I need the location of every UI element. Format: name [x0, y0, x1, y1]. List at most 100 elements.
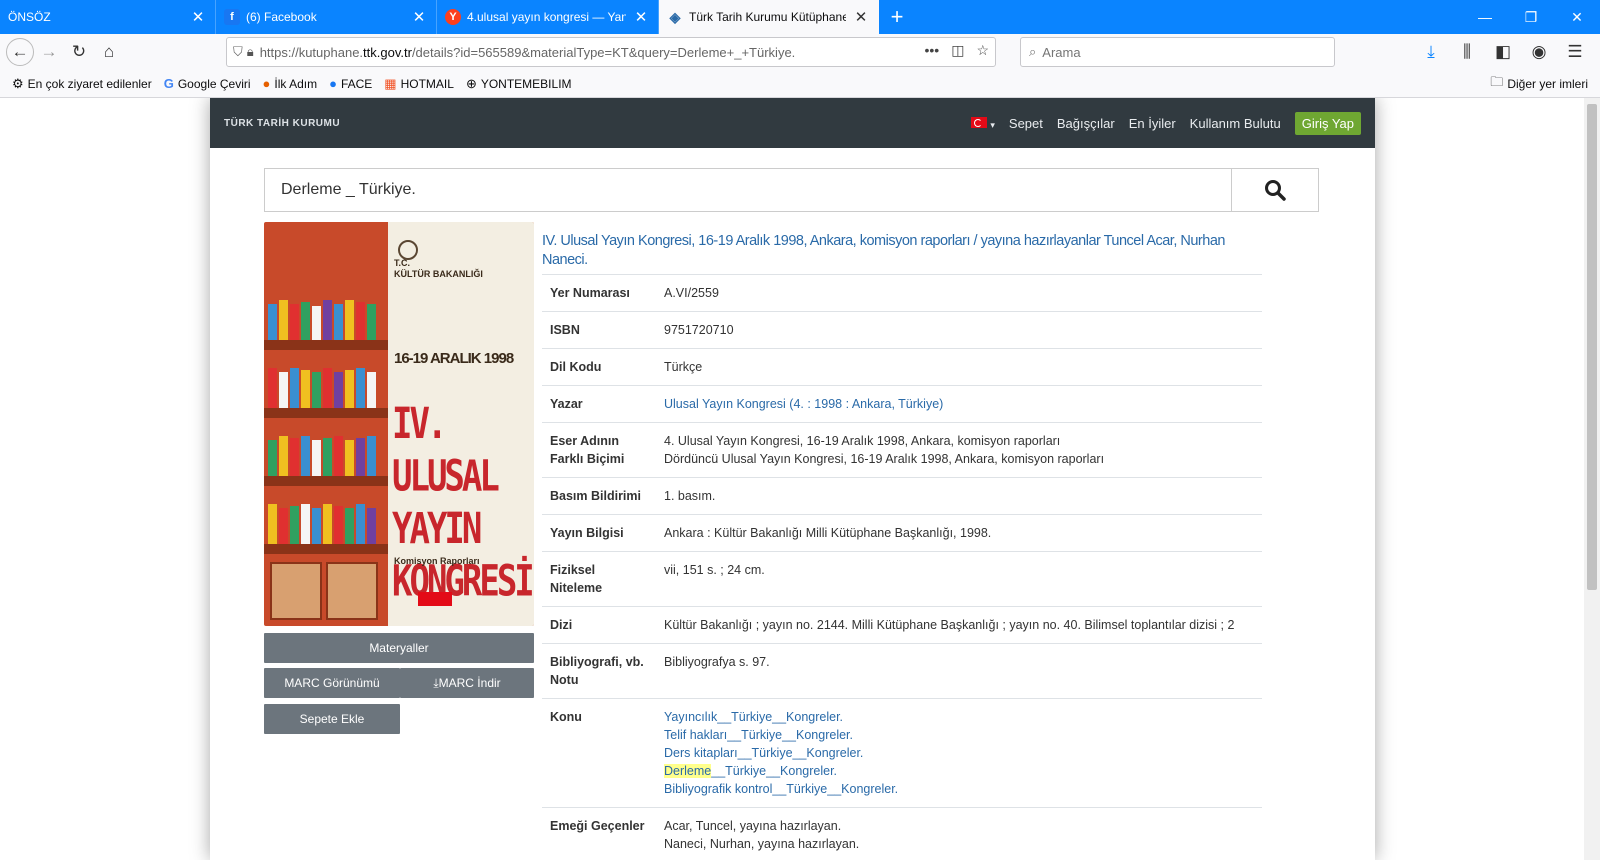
search-button[interactable] [1231, 169, 1318, 211]
login-button[interactable]: Giriş Yap [1294, 111, 1361, 135]
field-label: Fiziksel Niteleme [542, 551, 656, 607]
value-line: Ankara : Kültür Bakanlığı Milli Kütüphan… [664, 526, 992, 540]
table-row: Konu Yayıncılık__Türkiye__Kongreler. Telif… [542, 698, 1262, 808]
value-link[interactable]: Yayıncılık__Türkiye__Kongreler. [664, 708, 1254, 726]
close-icon[interactable]: ✕ [189, 8, 207, 26]
marc-view-button[interactable]: MARC Görünümü [264, 668, 400, 698]
more-actions-icon[interactable]: ••• [924, 42, 939, 59]
field-label: Konu [542, 698, 656, 808]
marc-download-button[interactable]: ⤓ MARC İndir [400, 668, 534, 698]
field-value: A.VI/2559 [656, 274, 1262, 312]
ministry-logo-icon [398, 240, 418, 260]
restore-icon[interactable]: ❐ [1508, 0, 1554, 34]
sidebar-icon[interactable]: ◧ [1488, 37, 1518, 67]
add-to-cart-button[interactable]: Sepete Ekle [264, 704, 400, 734]
field-value: Acar, Tuncel, yayına hazırlayan. Naneci, … [656, 807, 1262, 860]
field-label: Eser Adının Farklı Biçimi [542, 422, 656, 478]
field-value: 9751720710 [656, 311, 1262, 349]
menu-icon[interactable]: ☰ [1560, 37, 1590, 67]
value-link[interactable]: Telif hakları__Türkiye__Kongreler. [664, 726, 1254, 744]
field-value: Yayıncılık__Türkiye__Kongreler. Telif hak… [656, 698, 1262, 808]
bookmark-star-icon[interactable]: ☆ [976, 42, 989, 59]
tab-title: 4.ulusal yayın kongresi — Yandex [467, 10, 626, 24]
lock-icon[interactable]: 🔒︎ [247, 44, 254, 60]
pocket-icon[interactable]: ◫ [951, 42, 964, 59]
cover-flag-logo-icon [418, 592, 452, 606]
minimize-icon[interactable]: — [1462, 0, 1508, 34]
page-scrollbar[interactable] [1584, 98, 1600, 860]
bookmark-most-visited[interactable]: ⚙ En çok ziyaret edilenler [12, 76, 152, 92]
field-value: 1. basım. [656, 477, 1262, 515]
bookmark-google-translate[interactable]: G Google Çeviri [164, 76, 251, 91]
bookmark-face[interactable]: ● FACE [329, 76, 372, 91]
value-line: vii, 151 s. ; 24 cm. [664, 563, 765, 577]
new-tab-icon[interactable]: + [879, 0, 915, 34]
close-icon[interactable]: ✕ [410, 8, 428, 26]
reload-icon[interactable]: ↻ [64, 37, 94, 67]
gear-icon: ⚙ [12, 75, 24, 91]
nav-best[interactable]: En İyiler [1129, 116, 1176, 131]
tab-facebook[interactable]: f (6) Facebook ✕ [216, 0, 437, 34]
home-icon[interactable]: ⌂ [94, 37, 124, 67]
table-row: Yazar Ulusal Yayın Kongresi (4. : 1998 : … [542, 385, 1262, 423]
bookmark-label: İlk Adım [274, 76, 318, 91]
nav-cart[interactable]: Sepet [1009, 116, 1043, 131]
turkey-flag-icon [971, 116, 988, 128]
field-label: Yazar [542, 385, 656, 423]
record-title[interactable]: IV. Ulusal Yayın Kongresi, 16-19 Aralık … [542, 232, 1242, 270]
download-icon[interactable]: ⤓ [1416, 37, 1446, 67]
browser-search-box[interactable]: ⌕ [1020, 37, 1335, 67]
nav-donors[interactable]: Bağışçılar [1057, 116, 1115, 131]
facebook-icon: ● [329, 76, 337, 91]
value-line: 4. Ulusal Yayın Kongresi, 16-19 Aralık 1… [664, 434, 1061, 448]
language-selector[interactable]: ▾ [971, 116, 995, 131]
site-brand[interactable]: TÜRK TARİH KURUMU [224, 118, 340, 129]
bookmark-other[interactable]: 🗀 Diğer yer imleri [1490, 73, 1588, 95]
bookmark-label: FACE [340, 76, 373, 91]
field-label: Basım Bildirimi [542, 477, 656, 515]
table-row: Bibliyografi, vb. Notu Bibliyografya s. 9… [542, 643, 1262, 699]
nav-usage-cloud[interactable]: Kullanım Bulutu [1190, 116, 1281, 131]
catalog-search [264, 168, 1319, 212]
cover-ministry-line2: KÜLTÜR BAKANLIĞI [394, 269, 483, 279]
bookmark-ilk-adim[interactable]: ● İlk Adım [263, 76, 318, 91]
close-icon[interactable]: ✕ [852, 8, 870, 26]
bookmark-hotmail[interactable]: ▦ HOTMAIL [384, 76, 454, 92]
value-link[interactable]: Derleme__Türkiye__Kongreler. [664, 762, 1254, 780]
tracking-shield-icon[interactable]: ⛉ [233, 44, 243, 60]
close-window-icon[interactable]: ✕ [1554, 0, 1600, 34]
cover-title-line: IV. ULUSAL [392, 399, 500, 502]
tab-title: (6) Facebook [246, 10, 317, 24]
bookmark-label: Google Çeviri [177, 76, 251, 91]
forward-icon[interactable]: → [34, 37, 64, 67]
bookmark-yontemebilim[interactable]: ⊕ YONTEMEBILIM [466, 76, 572, 92]
table-row: Dizi Kültür Bakanlığı ; yayın no. 2144. M… [542, 606, 1262, 644]
value-line: 9751720710 [664, 323, 734, 337]
table-row: Fiziksel Niteleme vii, 151 s. ; 24 cm. [542, 551, 1262, 607]
back-icon[interactable]: ← [6, 38, 34, 66]
globe-icon: ⊕ [465, 75, 477, 91]
browser-search-input[interactable] [1042, 44, 1313, 60]
search-highlight: Derleme [664, 764, 712, 778]
catalog-search-input[interactable] [265, 169, 1231, 211]
browser-tab-bar: ÖNSÖZ ✕ f (6) Facebook ✕ Y 4.ulusal yayı… [0, 0, 1600, 34]
account-icon[interactable]: ◉ [1524, 37, 1554, 67]
marc-download-label: MARC İndir [438, 676, 501, 690]
materials-button[interactable]: Materyaller [264, 633, 534, 663]
yandex-icon: Y [445, 9, 461, 25]
scrollbar-thumb[interactable] [1587, 104, 1597, 590]
tab-title: Türk Tarih Kurumu Kütüphanesi [689, 10, 846, 24]
url-bar[interactable]: ⛉ 🔒︎ https://kutuphane. ttk.gov.tr/detail… [226, 37, 996, 67]
value-link[interactable]: Bibliyografik kontrol__Türkiye__Kongrele… [664, 780, 1254, 798]
value-link[interactable]: Ulusal Yayın Kongresi (4. : 1998 : Ankar… [664, 395, 1254, 413]
url-prefix: https://kutuphane. [259, 44, 364, 60]
tab-yandex[interactable]: Y 4.ulusal yayın kongresi — Yandex ✕ [437, 0, 659, 34]
tab-onsoz[interactable]: ÖNSÖZ ✕ [0, 0, 216, 34]
book-cover-image: T.C. KÜLTÜR BAKANLIĞI 16-19 ARALIK 1998 I… [264, 222, 534, 626]
value-link[interactable]: Ders kitapları__Türkiye__Kongreler. [664, 744, 1254, 762]
field-value: Kültür Bakanlığı ; yayın no. 2144. Milli… [656, 606, 1262, 644]
bookmark-label: HOTMAIL [400, 76, 454, 91]
library-icon[interactable]: ⫼ [1452, 37, 1482, 67]
close-icon[interactable]: ✕ [632, 8, 650, 26]
tab-ttk-library[interactable]: ◈ Türk Tarih Kurumu Kütüphanesi ✕ [659, 0, 879, 34]
